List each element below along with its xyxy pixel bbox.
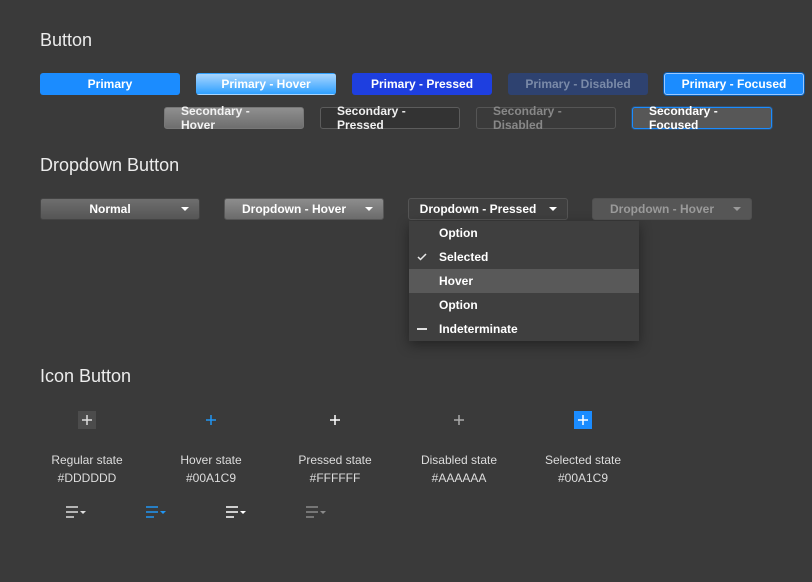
section-heading-iconbutton: Icon Button [40,366,772,387]
dropdown-label: Dropdown - Pressed [420,202,537,216]
primary-disabled-button: Primary - Disabled [508,73,648,95]
menu-item-hover[interactable]: Hover [409,269,639,293]
icon-hex: #FFFFFF [310,471,361,485]
icon-hex: #00A1C9 [558,471,608,485]
menu-item-indeterminate[interactable]: Indeterminate [409,317,639,341]
dropdown-pressed[interactable]: Dropdown - Pressed Option Selected Hover… [408,198,568,220]
dropdown-normal[interactable]: Normal [40,198,200,220]
icon-state-label: Disabled state [421,453,497,467]
list-icon-row [40,505,772,519]
primary-hover-button[interactable]: Primary - Hover [196,73,336,95]
icon-button-selected-col: Selected state #00A1C9 [536,411,630,485]
secondary-pressed-button[interactable]: Secondary - Pressed [320,107,460,129]
chevron-down-icon [365,207,373,212]
primary-button[interactable]: Primary [40,73,180,95]
secondary-focused-button[interactable]: Secondary - Focused [632,107,772,129]
plus-icon-button-selected[interactable] [574,411,592,429]
menu-item-label: Option [439,298,478,312]
check-icon [417,250,427,264]
dropdown-disabled: Dropdown - Hover [592,198,752,220]
list-dropdown-icon-pressed[interactable] [226,505,246,519]
indeterminate-icon [417,328,427,330]
dropdown-menu: Option Selected Hover Option Indetermina… [409,221,639,341]
secondary-hover-button[interactable]: Secondary - Hover [164,107,304,129]
icon-hex: #00A1C9 [186,471,236,485]
icon-button-hover-col: Hover state #00A1C9 [164,411,258,485]
plus-icon-button-hover[interactable] [202,411,220,429]
menu-item-label: Option [439,226,478,240]
menu-item-label: Indeterminate [439,322,518,336]
icon-button-disabled-col: Disabled state #AAAAAA [412,411,506,485]
menu-item-option[interactable]: Option [409,293,639,317]
menu-item-label: Hover [439,274,473,288]
chevron-down-icon [549,207,557,212]
secondary-button-row: Secondary - Hover Secondary - Pressed Se… [40,107,772,129]
icon-state-label: Selected state [545,453,621,467]
list-dropdown-icon-hover[interactable] [146,505,166,519]
primary-pressed-button[interactable]: Primary - Pressed [352,73,492,95]
section-heading-dropdown: Dropdown Button [40,155,772,176]
menu-item-selected[interactable]: Selected [409,245,639,269]
list-dropdown-icon-regular[interactable] [66,505,86,519]
primary-focused-button[interactable]: Primary - Focused [664,73,804,95]
icon-state-label: Pressed state [298,453,371,467]
dropdown-label: Dropdown - Hover [610,202,714,216]
icon-hex: #AAAAAA [432,471,487,485]
list-dropdown-icon-disabled [306,505,326,519]
plus-icon-button-regular[interactable] [78,411,96,429]
chevron-down-icon [733,207,741,212]
icon-button-regular-col: Regular state #DDDDDD [40,411,134,485]
icon-state-label: Regular state [51,453,122,467]
icon-button-grid: Regular state #DDDDDD Hover state #00A1C… [40,411,772,485]
icon-state-label: Hover state [180,453,241,467]
dropdown-row: Normal Dropdown - Hover Dropdown - Press… [40,198,772,220]
dropdown-label: Normal [89,202,130,216]
dropdown-label: Dropdown - Hover [242,202,346,216]
secondary-disabled-button: Secondary - Disabled [476,107,616,129]
plus-icon-button-disabled [450,411,468,429]
chevron-down-icon [181,207,189,212]
menu-item-label: Selected [439,250,488,264]
primary-button-row: Primary Primary - Hover Primary - Presse… [40,73,772,95]
icon-button-pressed-col: Pressed state #FFFFFF [288,411,382,485]
plus-icon-button-pressed[interactable] [326,411,344,429]
icon-hex: #DDDDDD [58,471,117,485]
section-heading-button: Button [40,30,772,51]
dropdown-hover[interactable]: Dropdown - Hover [224,198,384,220]
menu-item-option[interactable]: Option [409,221,639,245]
